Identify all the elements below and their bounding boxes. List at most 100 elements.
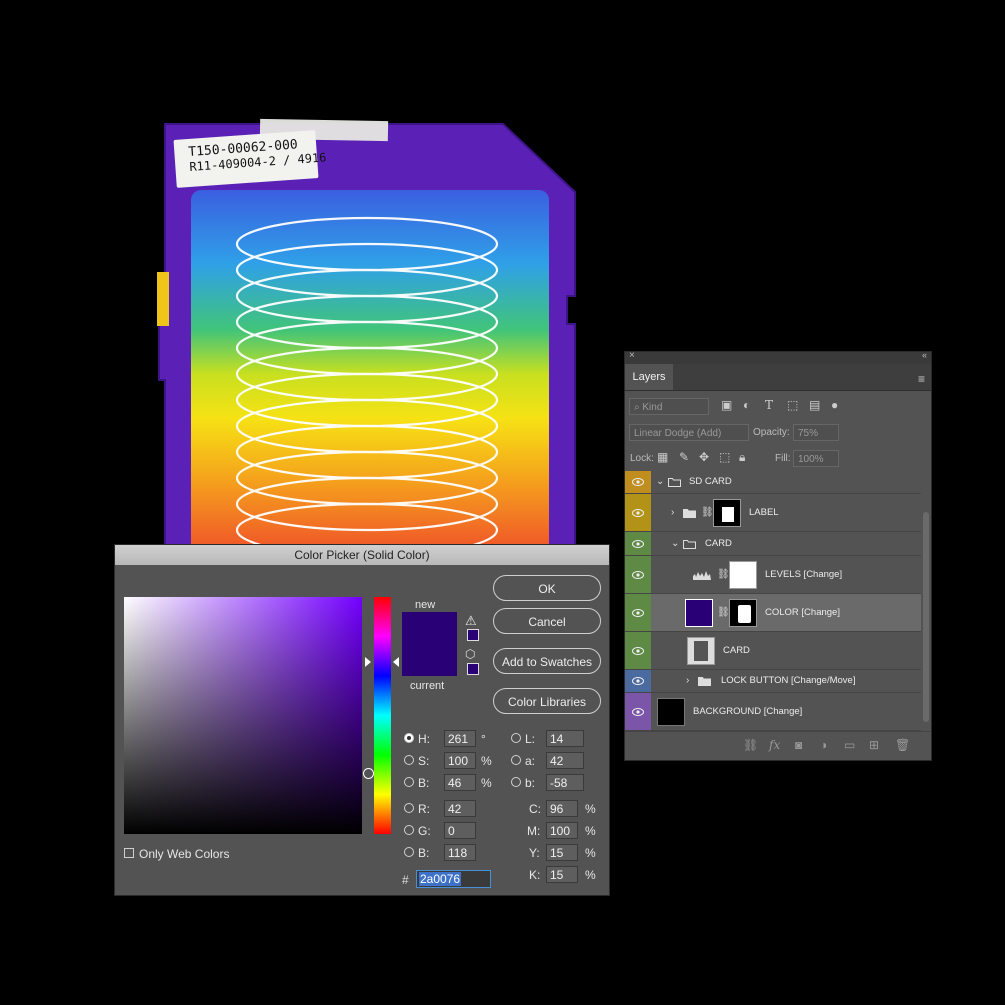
- out-of-gamut-warning-icon[interactable]: ⚠: [465, 613, 477, 629]
- lock-transparent-icon[interactable]: ▦: [657, 450, 668, 464]
- web-safe-cube-icon[interactable]: ⬡: [465, 647, 475, 661]
- visibility-eye-icon[interactable]: [632, 570, 644, 579]
- smart-object-filter-icon[interactable]: ▤: [809, 398, 820, 412]
- b-channel-radio[interactable]: [511, 777, 521, 787]
- visibility-eye-icon[interactable]: [632, 646, 644, 655]
- add-mask-icon[interactable]: ◙: [795, 738, 802, 752]
- pixel-filter-icon[interactable]: ▣: [721, 398, 732, 412]
- layer-row-color[interactable]: ⛓ COLOR [Change]: [625, 594, 921, 632]
- new-adjustment-icon[interactable]: ◑: [820, 738, 827, 752]
- fx-icon[interactable]: fx: [769, 738, 780, 752]
- blue-input[interactable]: 118: [444, 844, 476, 861]
- layer-mask-thumbnail[interactable]: [729, 560, 757, 589]
- lock-position-icon[interactable]: ✥: [699, 450, 709, 464]
- shape-filter-icon[interactable]: ⬚: [787, 398, 798, 412]
- visibility-eye-icon[interactable]: [632, 677, 644, 685]
- visibility-eye-icon[interactable]: [632, 707, 644, 716]
- lock-all-icon[interactable]: 🔒︎: [739, 450, 745, 465]
- close-panel-icon[interactable]: ×: [629, 350, 635, 361]
- web-safe-color-swatch[interactable]: [467, 663, 479, 675]
- tab-layers[interactable]: Layers: [625, 364, 673, 390]
- layer-mask-thumbnail[interactable]: [713, 498, 741, 527]
- layer-mask-thumbnail[interactable]: [729, 598, 757, 627]
- chevron-right-icon[interactable]: ›: [686, 675, 689, 686]
- link-layers-icon[interactable]: ⛓: [743, 738, 758, 752]
- black-input[interactable]: 15: [546, 866, 578, 883]
- yellow-unit: %: [585, 846, 596, 860]
- add-to-swatches-button[interactable]: Add to Swatches: [493, 648, 601, 674]
- layer-thumbnail[interactable]: [687, 636, 715, 665]
- hue-slider-handle-left[interactable]: [365, 657, 371, 667]
- layer-row-label[interactable]: › ⛓ LABEL: [625, 494, 921, 532]
- layer-row-background[interactable]: BACKGROUND [Change]: [625, 693, 921, 731]
- b-channel-input[interactable]: -58: [546, 774, 584, 791]
- adjustment-filter-icon[interactable]: ◐: [743, 398, 750, 412]
- layer-row-card[interactable]: CARD: [625, 632, 921, 670]
- red-label: R:: [418, 802, 430, 816]
- chevron-down-icon[interactable]: ⌄: [671, 538, 679, 549]
- collapse-panel-icon[interactable]: «: [922, 350, 927, 360]
- red-radio[interactable]: [404, 803, 414, 813]
- fill-label: Fill:: [775, 453, 791, 464]
- saturation-radio[interactable]: [404, 755, 414, 765]
- visibility-eye-icon[interactable]: [632, 508, 644, 517]
- mask-link-icon[interactable]: ⛓: [701, 507, 714, 518]
- chevron-down-icon[interactable]: ⌄: [656, 476, 664, 487]
- red-input[interactable]: 42: [444, 800, 476, 817]
- cancel-button[interactable]: Cancel: [493, 608, 601, 634]
- mask-link-icon[interactable]: ⛓: [717, 607, 730, 618]
- magenta-input[interactable]: 100: [546, 822, 578, 839]
- yellow-input[interactable]: 15: [546, 844, 578, 861]
- brightness-unit: %: [481, 776, 492, 790]
- green-radio[interactable]: [404, 825, 414, 835]
- hue-slider-handle-right[interactable]: [393, 657, 399, 667]
- layer-thumbnail[interactable]: [657, 697, 685, 726]
- visibility-eye-icon[interactable]: [632, 608, 644, 617]
- filter-kind-dropdown[interactable]: ⌕ Kind: [629, 398, 709, 415]
- saturation-brightness-field[interactable]: [124, 597, 374, 834]
- layer-row-sd-card[interactable]: ⌄ SD CARD: [625, 471, 921, 494]
- blend-mode-dropdown[interactable]: Linear Dodge (Add): [629, 424, 749, 441]
- color-libraries-button[interactable]: Color Libraries: [493, 688, 601, 714]
- lightness-radio[interactable]: [511, 733, 521, 743]
- a-channel-radio[interactable]: [511, 755, 521, 765]
- card-label-sticker: T150-00062-000 R11-409004-2 / 4916: [173, 130, 327, 188]
- opacity-input[interactable]: 75%: [793, 424, 839, 441]
- visibility-eye-icon[interactable]: [632, 478, 644, 486]
- panel-menu-icon[interactable]: ≡: [918, 372, 925, 386]
- hue-input[interactable]: 261: [444, 730, 476, 747]
- color-cursor[interactable]: [363, 768, 374, 779]
- lock-artboard-icon[interactable]: ⬚: [719, 450, 730, 464]
- hex-input[interactable]: 2a0076: [416, 870, 491, 888]
- new-group-icon[interactable]: ▭: [844, 738, 855, 752]
- layers-scrollbar[interactable]: [923, 512, 929, 722]
- brightness-input[interactable]: 46: [444, 774, 476, 791]
- layer-row-card-group[interactable]: ⌄ CARD: [625, 532, 921, 556]
- green-input[interactable]: 0: [444, 822, 476, 839]
- lightness-input[interactable]: 14: [546, 730, 584, 747]
- filter-toggle-icon[interactable]: ●: [831, 398, 838, 412]
- new-layer-icon[interactable]: ⊞: [869, 738, 879, 752]
- only-web-colors-checkbox[interactable]: [124, 848, 134, 858]
- cyan-input[interactable]: 96: [546, 800, 578, 817]
- ok-button[interactable]: OK: [493, 575, 601, 601]
- delete-layer-icon[interactable]: 🗑︎: [895, 738, 910, 752]
- blue-radio[interactable]: [404, 847, 414, 857]
- current-color-swatch[interactable]: [402, 644, 457, 676]
- gamut-color-swatch[interactable]: [467, 629, 479, 641]
- chevron-right-icon[interactable]: ›: [671, 507, 674, 518]
- hue-radio[interactable]: [404, 733, 414, 743]
- hue-unit: °: [481, 732, 486, 746]
- lock-image-icon[interactable]: ✎: [679, 450, 689, 464]
- layer-row-levels[interactable]: ⛓ LEVELS [Change]: [625, 556, 921, 594]
- layer-row-lock-button[interactable]: › LOCK BUTTON [Change/Move]: [625, 670, 921, 693]
- fill-input[interactable]: 100%: [793, 450, 839, 467]
- a-channel-input[interactable]: 42: [546, 752, 584, 769]
- saturation-input[interactable]: 100: [444, 752, 476, 769]
- color-fill-thumbnail[interactable]: [685, 598, 713, 627]
- mask-link-icon[interactable]: ⛓: [717, 569, 730, 580]
- visibility-eye-icon[interactable]: [632, 539, 644, 548]
- brightness-radio[interactable]: [404, 777, 414, 787]
- hue-slider[interactable]: [374, 597, 391, 834]
- type-filter-icon[interactable]: T: [765, 398, 773, 412]
